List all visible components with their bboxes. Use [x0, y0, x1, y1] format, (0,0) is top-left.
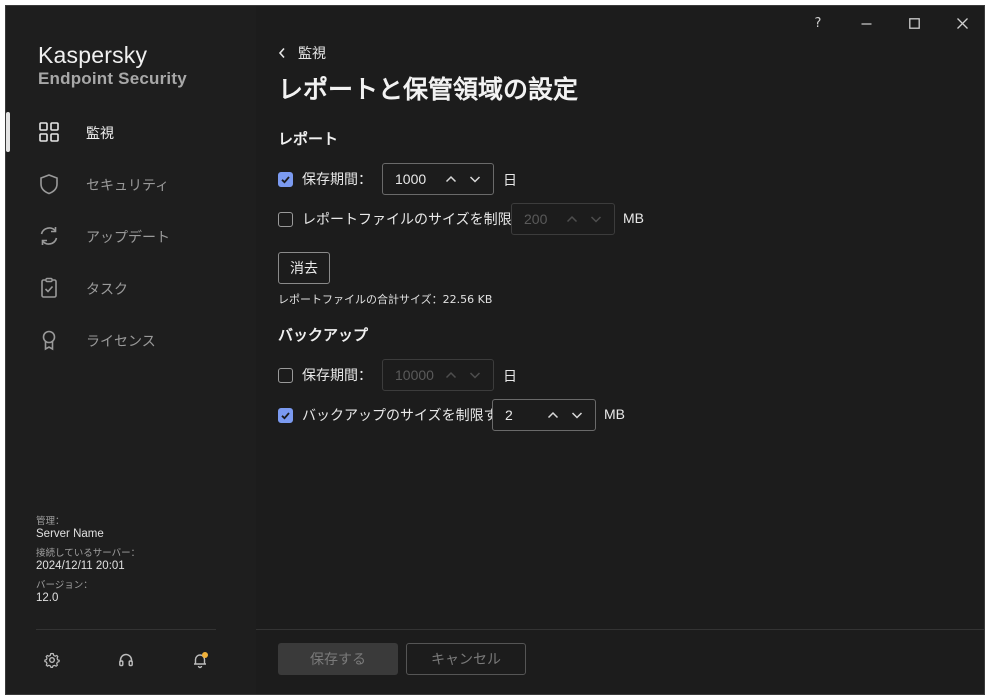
chevron-up-icon[interactable] — [565, 212, 579, 226]
report-retention-stepper[interactable]: 1000 — [382, 163, 494, 195]
report-retention-label: 保存期間： — [302, 172, 372, 188]
backup-retention-unit: 日 — [503, 368, 517, 384]
sidebar-item-tasks[interactable]: タスク — [6, 266, 256, 310]
footer-divider — [256, 629, 984, 630]
indicator — [6, 164, 10, 204]
back-link[interactable]: 監視 — [278, 43, 326, 63]
indicator — [6, 320, 10, 360]
backup-section-title: バックアップ — [278, 326, 369, 344]
chevron-down-icon[interactable] — [468, 172, 482, 186]
page-title: レポートと保管領域の設定 — [278, 75, 579, 104]
support-headset-icon[interactable] — [117, 651, 135, 669]
sidebar-item-label: 監視 — [86, 126, 114, 142]
clipboard-icon — [41, 277, 57, 298]
checkmark-icon — [281, 411, 290, 420]
report-retention-checkbox[interactable] — [278, 171, 293, 187]
version-key: バージョン： — [36, 580, 93, 591]
sidebar: Kaspersky Endpoint Security 監視 セキュリティ アッ… — [6, 6, 256, 694]
maximize-button[interactable] — [900, 12, 928, 34]
sidebar-divider — [36, 629, 216, 630]
sidebar-item-label: タスク — [86, 282, 128, 298]
indicator — [6, 268, 10, 308]
indicator — [6, 216, 10, 256]
server-key: 接続しているサーバー： — [36, 548, 141, 559]
version-value: 12.0 — [36, 592, 59, 604]
report-total-size: レポートファイルの合計サイズ：22.56 KB — [278, 293, 493, 306]
backup-retention-checkbox[interactable] — [278, 367, 293, 383]
report-retention-unit: 日 — [503, 172, 517, 188]
server-value: 2024/12/11 20:01 — [36, 560, 125, 572]
chevron-up-icon[interactable] — [444, 172, 458, 186]
report-size-value: 200 — [524, 211, 548, 227]
report-retention-value: 1000 — [395, 171, 427, 187]
sidebar-item-update[interactable]: アップデート — [6, 214, 256, 258]
backup-retention-stepper[interactable]: 10000 — [382, 359, 494, 391]
dashboard-grid-icon — [39, 122, 59, 142]
chevron-down-icon[interactable] — [468, 368, 482, 382]
notification-bell-icon[interactable] — [191, 651, 209, 669]
product-name: Endpoint Security — [38, 69, 187, 88]
sidebar-item-label: アップデート — [86, 230, 170, 246]
chevron-up-icon[interactable] — [546, 408, 560, 422]
active-indicator — [6, 112, 10, 152]
badge-icon — [42, 330, 56, 351]
cancel-button[interactable]: キャンセル — [406, 643, 526, 675]
back-label: 監視 — [298, 46, 326, 62]
report-size-stepper[interactable]: 200 — [511, 203, 615, 235]
chevron-down-icon[interactable] — [589, 212, 603, 226]
app-window: ? Kaspersky Endpoint Security 監視 セキュリティ … — [5, 5, 985, 695]
chevron-up-icon[interactable] — [444, 368, 458, 382]
clear-reports-button[interactable]: 消去 — [278, 252, 330, 284]
settings-icon[interactable] — [43, 651, 61, 669]
backup-size-checkbox[interactable] — [278, 407, 293, 423]
backup-retention-label: 保存期間： — [302, 368, 372, 384]
reports-section-title: レポート — [278, 130, 339, 148]
backup-size-value: 2 — [505, 407, 513, 423]
admin-value: Server Name — [36, 528, 104, 540]
save-button[interactable]: 保存する — [278, 643, 398, 675]
maximize-icon — [908, 17, 920, 29]
shield-icon — [40, 174, 58, 195]
brand-name: Kaspersky — [38, 42, 148, 68]
minimize-icon — [861, 22, 871, 25]
minimize-button[interactable] — [852, 12, 880, 34]
sidebar-item-label: ライセンス — [86, 334, 156, 350]
checkmark-icon — [281, 175, 290, 184]
sidebar-item-monitoring[interactable]: 監視 — [6, 110, 256, 154]
help-icon: ? — [814, 15, 822, 31]
report-size-checkbox[interactable] — [278, 211, 293, 227]
refresh-icon — [40, 227, 58, 245]
close-icon — [956, 17, 968, 29]
chevron-down-icon[interactable] — [570, 408, 584, 422]
sidebar-item-license[interactable]: ライセンス — [6, 318, 256, 362]
backup-retention-value: 10000 — [395, 367, 434, 383]
backup-size-stepper[interactable]: 2 — [492, 399, 596, 431]
admin-key: 管理： — [36, 516, 65, 527]
sidebar-item-security[interactable]: セキュリティ — [6, 162, 256, 206]
report-retention-row: 保存期間： — [278, 163, 372, 195]
sidebar-item-label: セキュリティ — [86, 178, 170, 194]
backup-retention-row: 保存期間： — [278, 359, 372, 391]
backup-size-row: バックアップのサイズを制限する： — [278, 399, 526, 431]
report-size-unit: MB — [623, 210, 644, 226]
backup-size-unit: MB — [604, 406, 625, 422]
chevron-left-icon — [278, 47, 285, 59]
help-button[interactable]: ? — [804, 12, 832, 34]
close-button[interactable] — [948, 12, 976, 34]
